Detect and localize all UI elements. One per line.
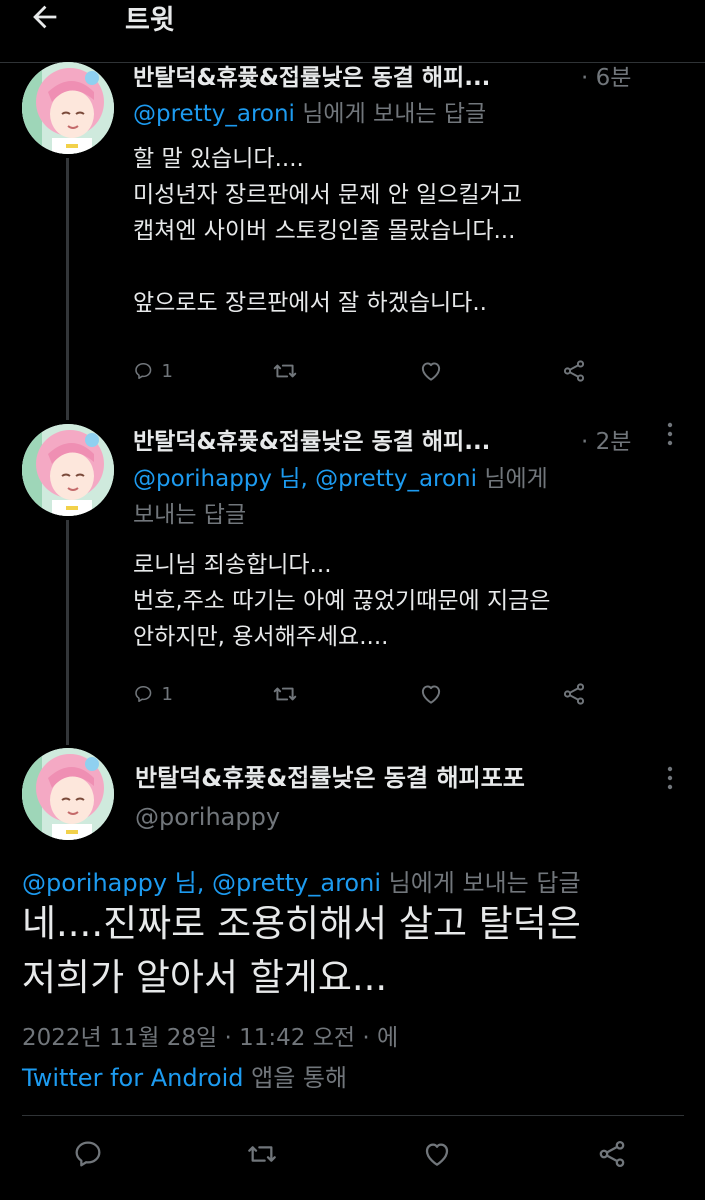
share-icon: [563, 683, 585, 705]
reply-button[interactable]: 1: [133, 674, 173, 714]
share-icon: [563, 360, 585, 382]
tweet-text: 네....진짜로 조용히해서 살고 탈덕은 저희가 알아서 할게요...: [22, 902, 581, 999]
user-handle[interactable]: @porihappy: [135, 803, 280, 831]
display-name[interactable]: 반탈덕&휴퓿&접률낮은 동결 해피...: [133, 422, 490, 456]
avatar-illustration: [22, 424, 114, 516]
avatar-illustration: [22, 62, 114, 154]
more-dots-icon: [667, 766, 673, 790]
tweet-source: Twitter for Android 앱을 통해: [22, 1058, 347, 1093]
mention-link[interactable]: @porihappy 님, @pretty_aroni: [22, 869, 381, 897]
retweet-button[interactable]: [272, 351, 312, 391]
thread-line: [66, 520, 69, 745]
avatar[interactable]: [22, 748, 114, 840]
tweet-time[interactable]: · 2분: [581, 422, 631, 456]
top-bar: 트윗: [0, 0, 705, 60]
replying-suffix: 님에게 보내는 답글: [388, 869, 581, 897]
tweet-text: 로니님 죄송합니다... 번호,주소 따기는 아예 끊었기때문에 지금은 안하지…: [133, 552, 551, 650]
share-button[interactable]: [561, 351, 601, 391]
retweet-button[interactable]: [246, 1134, 286, 1174]
back-button[interactable]: [28, 0, 76, 40]
divider: [22, 1115, 684, 1116]
reply-icon: [135, 362, 152, 380]
like-button[interactable]: [418, 351, 458, 391]
heart-icon: [421, 685, 441, 704]
heart-icon: [425, 1143, 449, 1166]
retweet-button[interactable]: [272, 674, 312, 714]
share-button[interactable]: [561, 674, 601, 714]
replying-to: @porihappy 님, @pretty_aroni 님에게 보내는 답글: [22, 863, 581, 898]
reply-button[interactable]: 1: [133, 351, 173, 391]
replying-to: @pretty_aroni 님에게 보내는 답글: [133, 96, 486, 132]
source-app-link[interactable]: Twitter for Android: [22, 1064, 243, 1092]
reply-icon: [75, 1141, 101, 1167]
retweet-icon: [273, 687, 297, 701]
display-name[interactable]: 반탈덕&휴퓿&접률낮은 동결 해피포포: [135, 758, 525, 793]
like-button[interactable]: [418, 674, 458, 714]
replying-suffix: 님에게 보내는 답글: [302, 101, 487, 127]
arrow-left-icon: [33, 5, 57, 29]
replying-to: @porihappy 님, @pretty_aroni 님에게 보내는 답글: [133, 461, 653, 533]
replying-suffix: 보내는 답글: [133, 502, 247, 528]
retweet-icon: [273, 364, 297, 378]
more-button[interactable]: [660, 420, 680, 448]
display-name[interactable]: 반탈덕&휴퓿&접률낮은 동결 해피...: [133, 58, 490, 92]
thread-line: [66, 158, 69, 420]
reply-icon: [135, 685, 152, 703]
replying-suffix: 님에게: [484, 466, 548, 492]
retweet-icon: [248, 1146, 276, 1162]
like-button[interactable]: [421, 1134, 461, 1174]
avatar-illustration: [22, 748, 114, 840]
reply-count: 1: [161, 360, 173, 382]
tweet-time[interactable]: · 6분: [581, 58, 631, 92]
reply-button[interactable]: [72, 1134, 112, 1174]
avatar[interactable]: [22, 62, 114, 154]
tweet-timestamp[interactable]: 2022년 11월 28일 · 11:42 오전 · 에: [22, 1018, 398, 1052]
share-button[interactable]: [596, 1134, 636, 1174]
more-dots-icon: [667, 422, 673, 446]
page-title: 트윗: [125, 5, 175, 36]
heart-icon: [421, 362, 441, 381]
mention-link[interactable]: @pretty_aroni: [133, 101, 295, 127]
tweet-text: 할 말 있습니다.... 미성년자 장르판에서 문제 안 일으킬거고 캡쳐엔 사…: [133, 146, 522, 316]
mention-link[interactable]: @porihappy 님, @pretty_aroni: [133, 466, 477, 492]
more-button[interactable]: [660, 764, 680, 798]
reply-count: 1: [161, 683, 173, 705]
avatar[interactable]: [22, 424, 114, 516]
source-suffix: 앱을 통해: [251, 1064, 348, 1092]
share-icon: [599, 1140, 625, 1168]
